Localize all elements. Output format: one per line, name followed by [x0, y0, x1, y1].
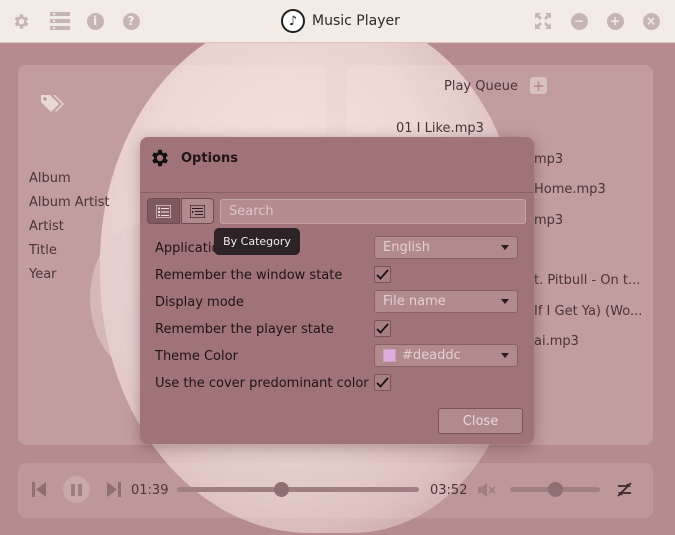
- queue-item[interactable]: 01 I Like.mp3: [396, 121, 484, 136]
- language-select[interactable]: English: [374, 236, 518, 259]
- play-queue-title: Play Queue: [444, 79, 518, 94]
- category-list-icon: [156, 204, 171, 218]
- view-by-category-button[interactable]: [147, 198, 180, 224]
- gear-icon: [152, 149, 168, 167]
- dialog-header: Options: [140, 137, 534, 193]
- queue-item[interactable]: Home.mp3: [534, 182, 606, 197]
- maximize-icon[interactable]: +: [605, 11, 625, 31]
- close-icon[interactable]: ×: [641, 11, 661, 31]
- options-search-input[interactable]: [220, 199, 526, 224]
- queue-item[interactable]: mp3: [534, 213, 563, 228]
- seek-bar[interactable]: [177, 487, 419, 492]
- next-icon[interactable]: [107, 482, 121, 497]
- gear-icon[interactable]: [11, 11, 31, 31]
- attribute-album-artist[interactable]: Album Artist: [29, 195, 110, 210]
- queue-item[interactable]: mp3: [534, 152, 563, 167]
- theme-color-value: #deaddc: [402, 348, 461, 363]
- add-icon[interactable]: +: [530, 77, 547, 95]
- chevron-down-icon: [501, 245, 509, 250]
- seek-handle[interactable]: [274, 482, 290, 497]
- alphabetical-list-icon: [190, 204, 205, 218]
- display-mode-select[interactable]: File name: [374, 290, 518, 313]
- total-time: 03:52: [430, 483, 468, 498]
- info-icon[interactable]: i: [85, 11, 105, 31]
- theme-color-select[interactable]: #deaddc: [374, 344, 518, 367]
- attribute-album[interactable]: Album: [29, 171, 71, 186]
- attribute-title[interactable]: Title: [29, 243, 57, 258]
- help-icon[interactable]: ?: [121, 11, 141, 31]
- repeat-icon[interactable]: [616, 482, 633, 497]
- color-swatch: [383, 349, 396, 362]
- music-note-icon: ♪: [281, 9, 305, 33]
- checkmark-icon: [376, 377, 389, 388]
- tag-icon: [41, 95, 64, 112]
- options-dialog: Options Application language English Rem…: [140, 137, 534, 444]
- checkmark-icon: [376, 323, 389, 334]
- option-label-display-mode: Display mode: [155, 295, 244, 310]
- option-label-theme-color: Theme Color: [155, 349, 238, 364]
- language-select-value: English: [383, 240, 430, 255]
- option-label-window-state: Remember the window state: [155, 268, 343, 283]
- dialog-title: Options: [181, 151, 238, 166]
- queue-item[interactable]: ai.mp3: [534, 334, 579, 349]
- chevron-down-icon: [501, 353, 509, 358]
- attribute-year[interactable]: Year: [29, 267, 57, 282]
- pause-icon: [71, 483, 82, 496]
- attribute-artist[interactable]: Artist: [29, 219, 64, 234]
- close-button[interactable]: Close: [438, 408, 523, 434]
- option-label-player-state: Remember the player state: [155, 322, 334, 337]
- option-label-cover-color: Use the cover predominant color: [155, 376, 369, 391]
- chevron-down-icon: [501, 299, 509, 304]
- window-state-checkbox[interactable]: [374, 266, 391, 283]
- player-state-checkbox[interactable]: [374, 320, 391, 337]
- list-icon[interactable]: [49, 11, 71, 31]
- volume-handle[interactable]: [548, 482, 563, 497]
- view-alphabetical-button[interactable]: [181, 198, 214, 224]
- app-name: Music Player: [312, 13, 400, 29]
- cover-color-checkbox[interactable]: [374, 374, 391, 391]
- checkmark-icon: [376, 269, 389, 280]
- volume-icon[interactable]: [478, 482, 496, 498]
- play-pause-button[interactable]: [63, 476, 90, 503]
- tooltip: By Category: [214, 228, 300, 255]
- app-title: ♪ Music Player: [281, 8, 400, 34]
- fullscreen-icon[interactable]: [533, 11, 553, 31]
- display-mode-value: File name: [383, 294, 446, 309]
- title-bar: i ? ♪ Music Player − + ×: [0, 0, 675, 43]
- queue-item[interactable]: If I Get Ya) (Wo...: [534, 304, 654, 319]
- current-time: 01:39: [131, 483, 169, 498]
- minimize-icon[interactable]: −: [569, 11, 589, 31]
- queue-item[interactable]: t. Pitbull - On t...: [534, 273, 654, 288]
- previous-icon[interactable]: [32, 482, 46, 497]
